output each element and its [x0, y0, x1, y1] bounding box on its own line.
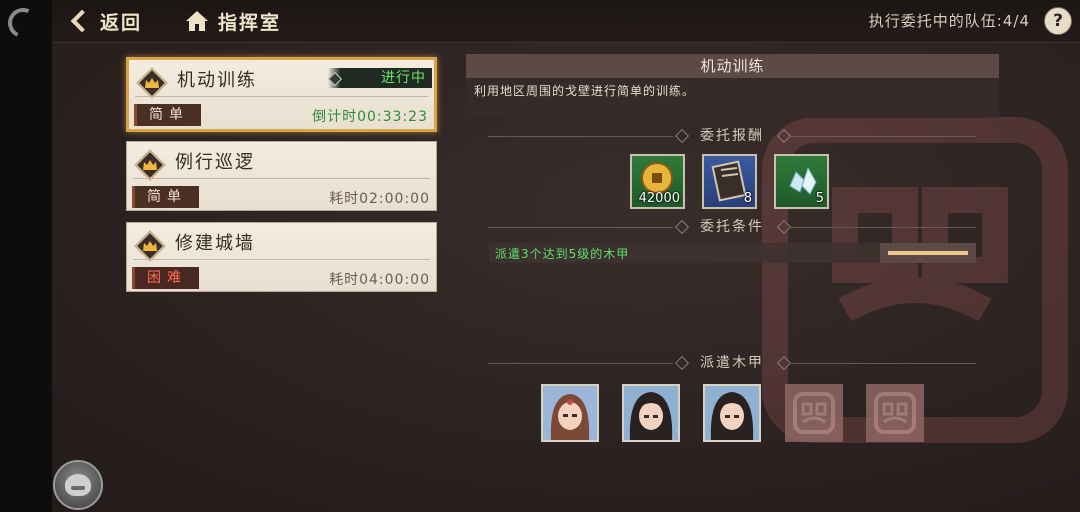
- home-icon: [186, 11, 208, 31]
- mission-card-build-wall[interactable]: 修建城墙 困难 耗时04:00:00: [126, 222, 437, 292]
- condition-text: 派遣3个达到5级的木甲: [495, 247, 630, 261]
- countdown-timer: 倒计时00:33:23: [312, 109, 428, 125]
- reward-manual-book[interactable]: 8: [702, 154, 757, 209]
- phone-signal-icon: [3, 3, 43, 43]
- bot-face-icon: [65, 474, 91, 496]
- back-label: 返回: [100, 11, 143, 34]
- reward-count: 5: [815, 191, 824, 206]
- mission-name: 修建城墙: [175, 233, 255, 254]
- help-button[interactable]: ?: [1044, 7, 1072, 35]
- command-room-screen: 返回 指挥室 执行委托中的队伍:4/4 ? 机动训练 进行中 简单 倒计时00:…: [0, 0, 1080, 512]
- detail-description: 利用地区周围的戈壁进行简单的训练。: [466, 78, 999, 118]
- top-bar: 返回 指挥室 执行委托中的队伍:4/4 ?: [52, 0, 1080, 43]
- dispatch-slot-3[interactable]: [703, 384, 761, 442]
- reward-count: 42000: [638, 191, 680, 206]
- difficulty-badge: 困难: [132, 267, 199, 289]
- reward-crystal-ore[interactable]: 5: [774, 154, 829, 209]
- dispatch-section-header: 派遣木甲: [488, 354, 976, 372]
- duration-label: 耗时02:00:00: [329, 191, 430, 207]
- divider: [135, 96, 428, 97]
- queue-label: 执行委托中的队伍:: [868, 12, 1003, 30]
- dispatch-slot-2[interactable]: [622, 384, 680, 442]
- system-edge-strip: [0, 0, 52, 512]
- character-portrait: [624, 386, 678, 440]
- mission-emblem: [134, 149, 166, 181]
- assistant-bot-button[interactable]: [53, 460, 103, 510]
- detail-title: 机动训练: [466, 54, 999, 78]
- empty-slot-emblem-icon: [874, 392, 916, 434]
- dispatch-slot-1[interactable]: [541, 384, 599, 442]
- mission-name: 例行巡逻: [175, 152, 255, 173]
- crown-icon: [145, 78, 159, 88]
- page-title: 指挥室: [218, 11, 282, 34]
- dispatch-slot-4-empty[interactable]: [785, 384, 843, 442]
- home-button[interactable]: 指挥室: [184, 6, 281, 36]
- crown-icon: [143, 241, 157, 251]
- difficulty-badge: 简单: [132, 186, 199, 208]
- active-team-counter: 执行委托中的队伍:4/4: [869, 10, 1030, 31]
- reward-gold-coin[interactable]: 42000: [630, 154, 685, 209]
- condition-progress-bar: [880, 243, 976, 263]
- character-portrait: [705, 386, 759, 440]
- condition-progress-fill: [888, 251, 968, 255]
- divider-line: [791, 136, 976, 137]
- back-button[interactable]: 返回: [68, 6, 142, 36]
- character-portrait: [543, 386, 597, 440]
- mission-card-mobile-training[interactable]: 机动训练 进行中 简单 倒计时00:33:23: [126, 57, 437, 132]
- help-icon: ?: [1053, 11, 1063, 31]
- divider: [133, 178, 430, 179]
- dispatch-slot-5-empty[interactable]: [866, 384, 924, 442]
- queue-value: 4/4: [1002, 12, 1030, 30]
- condition-row: 派遣3个达到5级的木甲: [489, 243, 976, 263]
- reward-count: 8: [743, 191, 752, 206]
- conditions-section-header: 委托条件: [488, 218, 976, 236]
- rewards-section-header: 委托报酬: [488, 127, 976, 145]
- divider-line: [791, 227, 976, 228]
- mission-emblem: [134, 230, 166, 262]
- divider: [133, 259, 430, 260]
- back-arrow-icon: [68, 8, 94, 34]
- status-badge: 进行中: [328, 68, 432, 88]
- duration-label: 耗时04:00:00: [329, 272, 430, 288]
- difficulty-badge: 简单: [134, 104, 201, 126]
- mission-card-routine-patrol[interactable]: 例行巡逻 简单 耗时02:00:00: [126, 141, 437, 211]
- mission-name: 机动训练: [177, 70, 257, 91]
- mission-emblem: [136, 67, 168, 99]
- divider-line: [791, 363, 976, 364]
- crown-icon: [143, 160, 157, 170]
- empty-slot-emblem-icon: [793, 392, 835, 434]
